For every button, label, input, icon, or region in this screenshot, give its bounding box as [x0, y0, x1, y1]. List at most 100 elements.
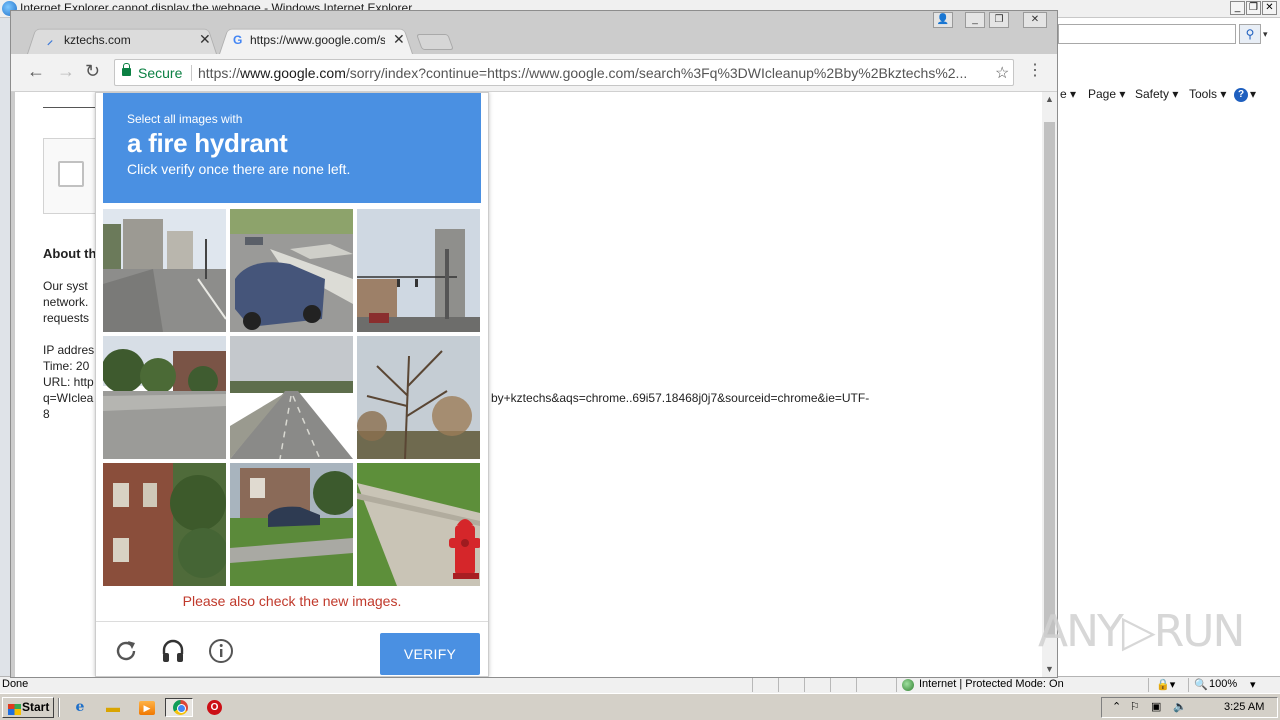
- secure-label: Secure: [138, 65, 183, 81]
- address-bar[interactable]: Secure https://www.google.com/sorry/inde…: [114, 59, 1014, 86]
- info-icon[interactable]: [208, 638, 234, 664]
- google-g-icon: G: [233, 33, 243, 47]
- tile-parked-car[interactable]: [230, 463, 353, 586]
- start-button[interactable]: Start: [2, 697, 54, 718]
- back-arrow-icon[interactable]: ←: [27, 62, 45, 80]
- system-tray: ⌃ ⚐ ▣ 🔈 3:25 AM: [1101, 697, 1278, 718]
- tab-close-icon[interactable]: ✕: [199, 32, 211, 46]
- info-url-cont: q=WIclea: [43, 391, 94, 405]
- ie-frame-edge: [0, 18, 10, 678]
- forward-arrow-icon[interactable]: →: [57, 62, 75, 80]
- tile-highway[interactable]: [230, 336, 353, 459]
- tile-street-corner[interactable]: [103, 209, 226, 332]
- ie-zoom-icon[interactable]: 🔍: [1194, 678, 1208, 691]
- ie-maximize-button[interactable]: ❐: [1246, 1, 1261, 15]
- chrome-toolbar: ← → ↻ Secure https://www.google.com/sorr…: [11, 54, 1057, 92]
- info-ip: IP addres: [43, 343, 95, 357]
- ie-zone-status: Internet | Protected Mode: On: [919, 678, 1064, 690]
- tile-fire-hydrant[interactable]: [357, 463, 480, 586]
- action-center-flag-icon[interactable]: ⚐: [1130, 700, 1140, 713]
- chrome-restore-button[interactable]: ❐: [989, 12, 1009, 28]
- new-tab-button[interactable]: [416, 34, 454, 50]
- network-icon[interactable]: ▣: [1151, 700, 1161, 713]
- scroll-down-icon[interactable]: ▼: [1045, 664, 1054, 674]
- page-viewport: About th Our syst network. requests IP a…: [15, 92, 1044, 677]
- ie-page-menu[interactable]: Page ▾: [1088, 87, 1125, 101]
- tile-blue-car[interactable]: [230, 209, 353, 332]
- about-line-2: network.: [43, 295, 89, 309]
- url-text[interactable]: https://www.google.com/sorry/index?conti…: [198, 65, 988, 81]
- ie-search-icon[interactable]: ⚲: [1239, 24, 1261, 44]
- info-url-end: 8: [43, 407, 50, 421]
- internet-explorer-icon[interactable]: e: [66, 698, 94, 717]
- scrollbar-thumb[interactable]: [1044, 122, 1055, 637]
- ie-search-dropdown-icon[interactable]: ▾: [1263, 24, 1275, 44]
- ie-zoom-level[interactable]: 100%: [1209, 678, 1237, 690]
- challenge-error-message: Please also check the new images.: [182, 593, 402, 609]
- tab-label: kztechs.com: [64, 33, 131, 47]
- image-grid: [103, 209, 481, 587]
- folder-icon[interactable]: ▬: [99, 698, 127, 717]
- challenge-hint: Click verify once there are none left.: [127, 161, 351, 177]
- media-player-icon[interactable]: ▶: [139, 701, 155, 715]
- reload-icon[interactable]: ↻: [85, 62, 100, 80]
- tab-kztechs[interactable]: ⸝ kztechs.com ✕: [27, 26, 217, 54]
- volume-icon[interactable]: 🔈: [1173, 700, 1187, 713]
- ie-status-text: Done: [2, 678, 29, 690]
- url-tail-text: by+kztechs&aqs=chrome..69i57.18468j0j7&s…: [491, 391, 870, 405]
- about-heading: About th: [43, 246, 97, 261]
- feather-icon: ⸝: [47, 33, 54, 47]
- ie-status-bar: Done Internet | Protected Mode: On 🔒▾ 🔍 …: [0, 676, 1280, 693]
- ie-zoom-dropdown-icon[interactable]: ▾: [1250, 678, 1256, 691]
- start-label: Start: [22, 700, 50, 714]
- recaptcha-challenge: Select all images with a fire hydrant Cl…: [95, 92, 489, 677]
- tab-close-icon[interactable]: ✕: [393, 32, 405, 46]
- recaptcha-checkbox[interactable]: [58, 161, 84, 187]
- about-line-1: Our syst: [43, 279, 88, 293]
- windows-flag-icon: [8, 704, 21, 715]
- tile-bare-tree[interactable]: [357, 336, 480, 459]
- tile-traffic-light[interactable]: [357, 209, 480, 332]
- challenge-instruction: Select all images with: [127, 112, 243, 126]
- info-time: Time: 20: [43, 359, 90, 373]
- ie-search-box[interactable]: [1058, 24, 1236, 44]
- anyrun-watermark: ANY▷RUN: [1038, 606, 1245, 657]
- chrome-minimize-button[interactable]: _: [965, 12, 985, 28]
- chrome-profile-icon[interactable]: 👤: [933, 12, 953, 28]
- chrome-close-button[interactable]: ✕: [1023, 12, 1047, 28]
- scroll-up-icon[interactable]: ▲: [1045, 94, 1054, 104]
- chrome-window: 👤 _ ❐ ✕ ⸝ kztechs.com ✕ G https://www.go…: [10, 10, 1058, 678]
- challenge-footer: VERIFY: [96, 621, 488, 677]
- ie-minimize-button[interactable]: _: [1230, 1, 1245, 15]
- info-url: URL: http: [43, 375, 94, 389]
- tray-expand-icon[interactable]: ⌃: [1112, 700, 1121, 713]
- lock-icon: [122, 63, 131, 76]
- opera-icon[interactable]: O: [207, 700, 222, 715]
- chrome-icon[interactable]: [173, 700, 188, 715]
- verify-button[interactable]: VERIFY: [380, 633, 480, 675]
- bookmark-star-icon[interactable]: ☆: [995, 63, 1009, 83]
- ie-help-icon[interactable]: ?: [1234, 88, 1248, 102]
- challenge-header: Select all images with a fire hydrant Cl…: [103, 93, 481, 203]
- tab-google-sorry[interactable]: G https://www.google.com/se ✕: [219, 26, 413, 54]
- chrome-menu-icon[interactable]: ⋮: [1027, 63, 1043, 79]
- internet-zone-globe-icon: [902, 679, 914, 691]
- ie-tools-menu[interactable]: Tools ▾: [1189, 87, 1226, 101]
- ie-menu-partial[interactable]: e ▾: [1060, 87, 1076, 101]
- tile-trees-road[interactable]: [103, 336, 226, 459]
- ie-command-bar: e ▾ Page ▾ Safety ▾ Tools ▾ ? ▾: [1060, 84, 1280, 104]
- ie-help-dropdown-icon[interactable]: ▾: [1250, 87, 1256, 101]
- ie-security-icon[interactable]: 🔒▾: [1156, 678, 1175, 691]
- url-path: /sorry/index?continue=https://www.google…: [345, 65, 968, 81]
- challenge-object: a fire hydrant: [127, 128, 288, 158]
- audio-challenge-icon[interactable]: [160, 638, 186, 664]
- ie-close-button[interactable]: ✕: [1262, 1, 1277, 15]
- tile-brick-house[interactable]: [103, 463, 226, 586]
- page-scrollbar[interactable]: ▲ ▼: [1042, 92, 1057, 677]
- tab-label: https://www.google.com/se: [250, 33, 385, 47]
- about-line-3: requests: [43, 311, 90, 325]
- clock[interactable]: 3:25 AM: [1224, 701, 1264, 713]
- reload-challenge-icon[interactable]: [113, 638, 139, 664]
- ie-safety-menu[interactable]: Safety ▾: [1135, 87, 1178, 101]
- taskbar: Start e ▬ ▶ O ⌃ ⚐ ▣ 🔈 3:25 AM: [0, 693, 1280, 720]
